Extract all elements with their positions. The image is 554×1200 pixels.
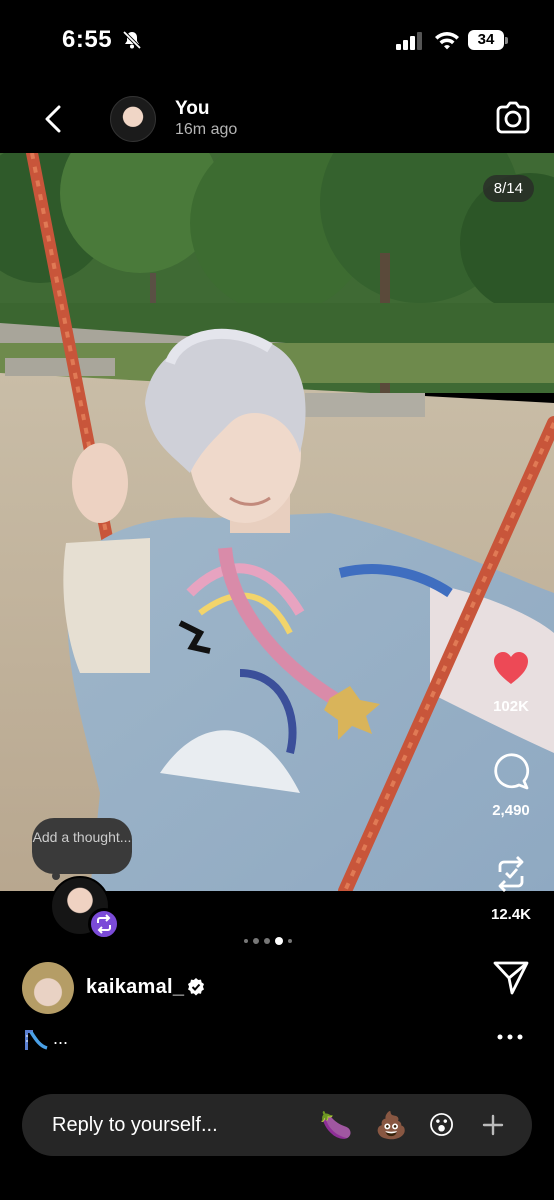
bell-muted-icon <box>122 30 142 50</box>
heart-icon[interactable] <box>492 650 530 686</box>
plus-icon[interactable] <box>482 1114 504 1136</box>
repost-icon[interactable] <box>492 854 530 894</box>
send-icon[interactable] <box>492 958 530 996</box>
chevron-left-icon[interactable] <box>40 104 68 134</box>
page-counter: 8/14 <box>482 175 534 202</box>
caption-text: ... <box>53 1027 69 1048</box>
carousel-dot <box>288 939 292 943</box>
carousel-dots <box>244 936 292 946</box>
like-button[interactable]: 102K <box>481 650 541 715</box>
repost-count: 12.4K <box>490 906 532 923</box>
eggplant-emoji-button[interactable]: 🍆 <box>320 1110 352 1140</box>
header-timestamp: 16m ago <box>175 121 238 138</box>
photo-illustration <box>0 153 554 891</box>
repost-button[interactable]: 12.4K <box>481 854 541 923</box>
carousel-dot <box>244 939 248 943</box>
thought-bubble-tail <box>52 872 60 880</box>
like-count: 102K <box>493 698 529 715</box>
reply-bar[interactable]: Reply to yourself... 🍆 💩 😮 <box>22 1094 532 1156</box>
carousel-dot <box>253 938 259 944</box>
playground-slide-icon <box>25 1030 48 1050</box>
carousel-dot-active <box>275 937 283 945</box>
header-username[interactable]: You <box>175 98 209 120</box>
author-avatar[interactable] <box>22 962 74 1014</box>
signal-icon <box>396 32 422 50</box>
status-time: 6:55 <box>62 26 113 53</box>
comment-bubble-icon[interactable] <box>492 752 530 790</box>
post-photo[interactable]: 8/14 <box>0 153 554 891</box>
comment-button[interactable]: 2,490 <box>481 752 541 819</box>
repost-badge-icon <box>97 914 111 934</box>
battery-indicator: 34 <box>468 30 508 50</box>
status-bar: 6:55 34 <box>0 0 554 80</box>
poop-emoji-button[interactable]: 💩 <box>375 1110 407 1140</box>
carousel-dot <box>264 938 270 944</box>
author-username[interactable]: kaikamal_ <box>86 976 184 999</box>
share-button[interactable] <box>481 958 541 996</box>
add-thought-bubble[interactable]: Add a thought... <box>32 818 132 874</box>
post-caption[interactable]: ... <box>22 1026 68 1052</box>
comment-count: 2,490 <box>492 802 530 819</box>
camera-icon[interactable] <box>494 100 532 136</box>
battery-level: 34 <box>468 30 504 50</box>
reply-input[interactable]: Reply to yourself... <box>52 1114 218 1137</box>
wifi-icon <box>435 32 459 50</box>
surprised-emoji-button[interactable]: 😮 <box>428 1110 455 1140</box>
header-avatar[interactable] <box>110 96 156 142</box>
more-icon[interactable] <box>496 1032 524 1042</box>
repost-badge <box>88 908 120 940</box>
story-header: You 16m ago <box>0 88 554 152</box>
verified-badge-icon <box>188 978 204 996</box>
